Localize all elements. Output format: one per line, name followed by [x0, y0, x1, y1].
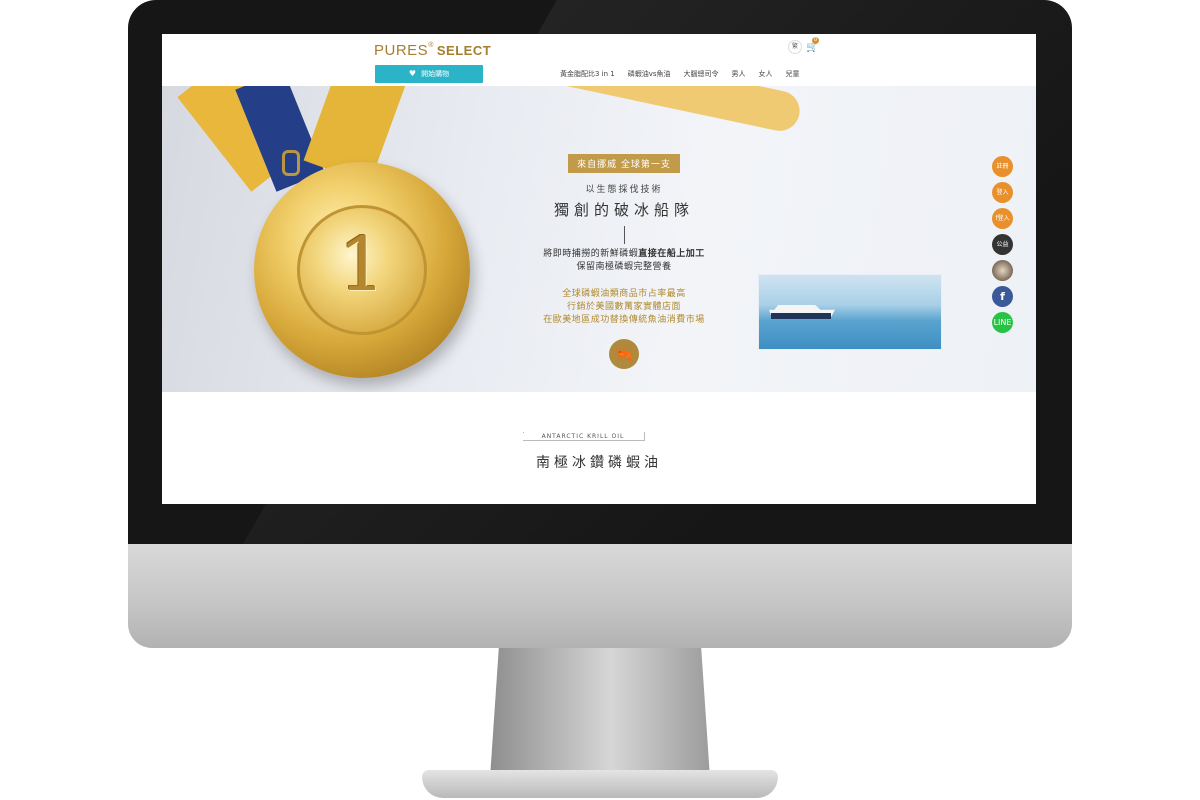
start-shopping-label: 開始購物 [421, 70, 450, 78]
facebook-login-button[interactable]: f登入 [992, 208, 1013, 229]
camera-icon[interactable] [992, 260, 1013, 281]
medal-ribbon [540, 86, 804, 135]
register-button[interactable]: 註冊 [992, 156, 1013, 177]
monitor-stand [490, 648, 710, 778]
gold-medal-image: 1 [254, 162, 470, 378]
language-switch[interactable]: 繁 [788, 40, 802, 54]
charity-button[interactable]: 公益 [992, 234, 1013, 255]
nav-item-golden-ratio[interactable]: 黃金脂配比3 in 1 [560, 69, 615, 79]
main-nav: 黃金脂配比3 in 1 磷蝦油vs魚油 大腦總司令 男人 女人 兒童 [560, 69, 800, 79]
medal-number: 1 [338, 222, 386, 308]
nav-item-brain[interactable]: 大腦總司令 [684, 69, 719, 79]
highlight-line: 行銷於美國數萬家實體店面 [566, 302, 681, 312]
hero-copy: 來自挪威 全球第一支 以生態採伐技術 獨創的破冰船隊 將即時捕撈的新鮮磷蝦直接在… [514, 152, 734, 369]
monitor-stand-base [422, 770, 778, 798]
medal-center: 1 [297, 205, 427, 335]
nav-item-krill-vs-fish[interactable]: 磷蝦油vs魚油 [628, 69, 671, 79]
section-eyebrow: ANTARCTIC KRILL OIL [523, 433, 643, 440]
icebreaker-ship-image [758, 274, 942, 350]
hero-banner: 1 來自挪威 全球第一支 以生態採伐技術 獨創的破冰船隊 將即時捕撈的新鮮磷蝦直… [162, 86, 1036, 392]
login-button[interactable]: 登入 [992, 182, 1013, 203]
hero-body-line1: 將即時捕撈的新鮮磷蝦 [543, 249, 639, 259]
hero-tag: 來自挪威 全球第一支 [568, 154, 680, 173]
hero-title: 獨創的破冰船隊 [553, 201, 694, 219]
nav-item-men[interactable]: 男人 [732, 69, 746, 79]
ship-hull [771, 313, 831, 319]
product-section: ANTARCTIC KRILL OIL 南極冰鑽磷蝦油 [162, 392, 1036, 504]
logo-registered: ® [428, 42, 434, 49]
facebook-icon[interactable]: f [992, 286, 1013, 307]
hero-subtitle: 以生態採伐技術 [585, 185, 663, 195]
floating-side-buttons: 註冊 登入 f登入 公益 f LINE [992, 156, 1014, 338]
logo-select: SELECT [436, 43, 492, 58]
start-shopping-button[interactable]: ♥ 開始購物 [375, 65, 483, 83]
cart-count-badge: 0 [812, 37, 819, 44]
nav-item-kids[interactable]: 兒童 [786, 69, 800, 79]
nav-item-women[interactable]: 女人 [759, 69, 773, 79]
hero-body-line1-bold: 直接在船上加工 [638, 249, 705, 259]
hero-highlights: 全球磷蝦油類商品市占率最高 行銷於美國數萬家實體店面 在歐美地區成功替換傳統魚油… [514, 288, 734, 327]
highlight-line: 全球磷蝦油類商品市占率最高 [562, 289, 686, 299]
brand-logo[interactable]: PURES® SELECT [374, 42, 491, 59]
line-icon[interactable]: LINE [992, 312, 1013, 333]
monitor-chin [128, 544, 1072, 648]
krill-icon: 🦐 [609, 339, 639, 369]
divider [623, 226, 625, 244]
section-title: 南極冰鑽磷蝦油 [536, 455, 662, 471]
logo-text: PURES [374, 42, 429, 59]
site-header: PURES® SELECT ♥ 開始購物 黃金脂配比3 in 1 磷蝦油vs魚油 大… [162, 34, 1036, 86]
highlight-line: 在歐美地區成功替換傳統魚油消費市場 [543, 315, 705, 325]
website-screen: PURES® SELECT ♥ 開始購物 黃金脂配比3 in 1 磷蝦油vs魚油 大… [162, 34, 1036, 504]
heart-icon: ♥ [408, 69, 417, 78]
hero-body: 將即時捕撈的新鮮磷蝦直接在船上加工 保留南極磷蝦完整營養 [514, 248, 734, 274]
medal-ring [282, 150, 300, 176]
hero-body-line2: 保留南極磷蝦完整營養 [576, 262, 672, 272]
